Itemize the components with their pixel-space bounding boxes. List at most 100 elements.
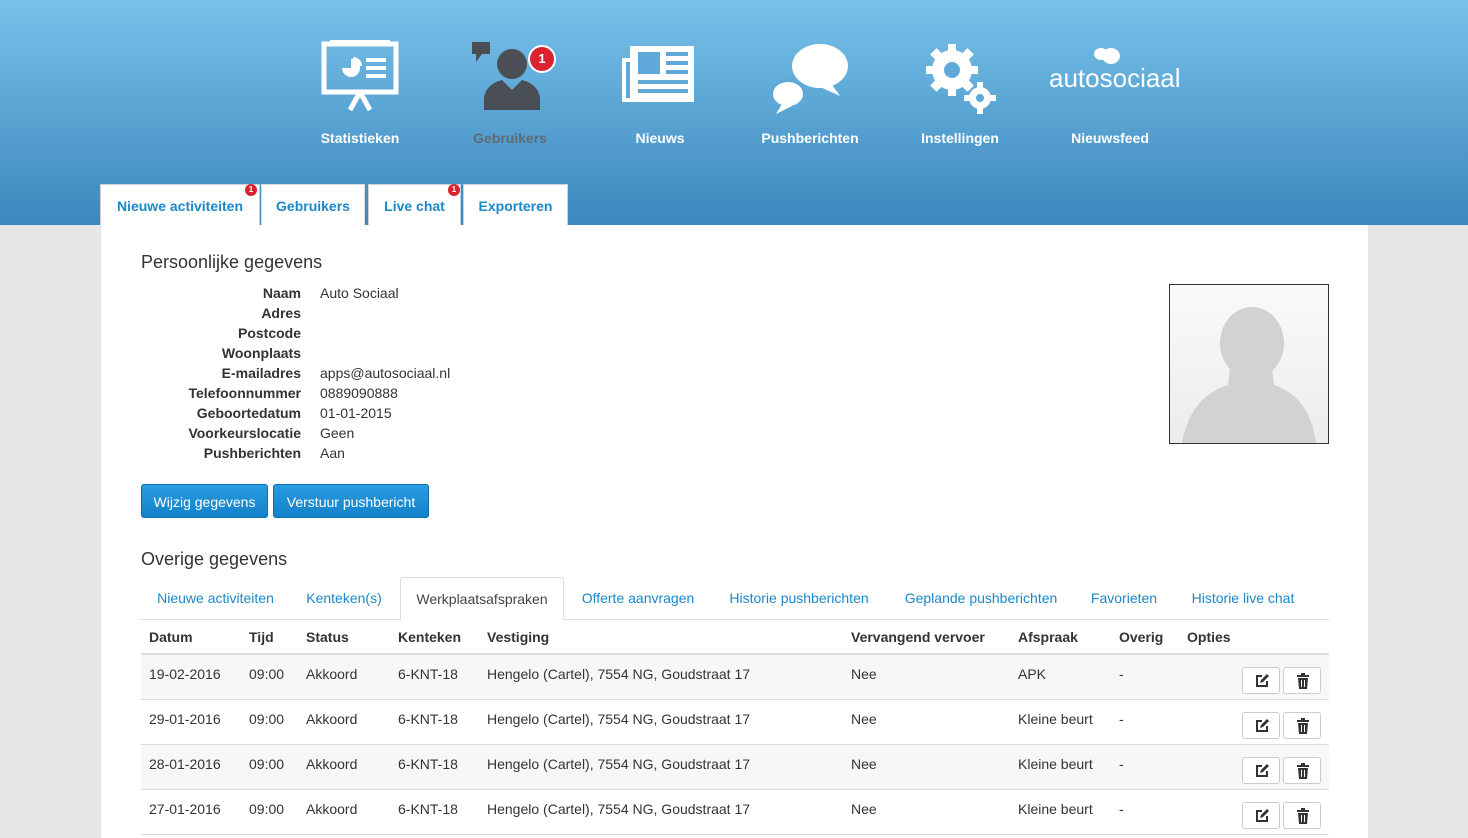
info-row-voorkeurslocatie: Voorkeurslocatie Geen bbox=[141, 425, 741, 445]
info-row-postcode: Postcode bbox=[141, 325, 741, 345]
cell-tijd: 09:00 bbox=[249, 711, 285, 727]
column-header: Vestiging bbox=[487, 629, 550, 645]
notification-badge: 1 bbox=[245, 184, 257, 196]
edit-button[interactable] bbox=[1242, 757, 1280, 784]
cell-afspraak: Kleine beurt bbox=[1018, 801, 1093, 817]
section-title-other: Overige gegevens bbox=[141, 549, 288, 569]
column-header: Overig bbox=[1119, 629, 1164, 645]
send-push-button[interactable]: Verstuur pushbericht bbox=[273, 484, 429, 518]
delete-button[interactable] bbox=[1283, 802, 1321, 829]
user-silhouette-icon bbox=[1182, 307, 1316, 443]
subtab-nieuwe-activiteiten[interactable]: Nieuwe activiteiten bbox=[141, 577, 290, 619]
edit-button[interactable] bbox=[1242, 667, 1280, 694]
cell-vestiging: Hengelo (Cartel), 7554 NG, Goudstraat 17 bbox=[487, 756, 751, 772]
cell-vervangend-vervoer: Nee bbox=[851, 666, 877, 682]
table-row: 19-02-2016 09:00 Akkoord 6-KNT-18 Hengel… bbox=[141, 655, 1329, 700]
nav-label: Statistieken bbox=[320, 130, 400, 146]
edit-button[interactable] bbox=[1242, 802, 1280, 829]
column-header: Vervangend vervoer bbox=[851, 629, 985, 645]
trash-icon bbox=[1297, 673, 1309, 689]
cell-overig: - bbox=[1119, 801, 1124, 817]
nav-pushberichten[interactable]: Pushberichten bbox=[745, 30, 875, 160]
delete-button[interactable] bbox=[1283, 712, 1321, 739]
column-header: Status bbox=[306, 629, 349, 645]
subtab-offerte-aanvragen[interactable]: Offerte aanvragen bbox=[571, 577, 705, 619]
svg-text:autosociaal: autosociaal bbox=[1049, 63, 1181, 93]
gears-icon bbox=[895, 40, 1025, 120]
table-row: 28-01-2016 09:00 Akkoord 6-KNT-18 Hengel… bbox=[141, 745, 1329, 790]
info-label: Adres bbox=[261, 305, 301, 321]
avatar bbox=[1169, 284, 1329, 444]
edit-details-button[interactable]: Wijzig gegevens bbox=[141, 484, 268, 518]
column-header: Afspraak bbox=[1018, 629, 1078, 645]
cell-kenteken: 6-KNT-18 bbox=[398, 801, 458, 817]
cell-tijd: 09:00 bbox=[249, 666, 285, 682]
nav-label: Instellingen bbox=[921, 130, 999, 146]
tab-nieuwe-activiteiten[interactable]: Nieuwe activiteiten 1 bbox=[100, 184, 260, 225]
column-header: Opties bbox=[1187, 629, 1231, 645]
cell-afspraak: Kleine beurt bbox=[1018, 711, 1093, 727]
cell-overig: - bbox=[1119, 756, 1124, 772]
info-value: Aan bbox=[320, 445, 345, 461]
subtab-favorieten[interactable]: Favorieten bbox=[1078, 577, 1170, 619]
nav-statistieken[interactable]: Statistieken bbox=[295, 30, 425, 160]
info-value: 0889090888 bbox=[320, 385, 398, 401]
delete-button[interactable] bbox=[1283, 757, 1321, 784]
notification-badge: 1 bbox=[448, 184, 460, 196]
table-row: 27-01-2016 09:00 Akkoord 6-KNT-18 Hengel… bbox=[141, 790, 1329, 835]
autosociaal-logo: autosociaal bbox=[1045, 40, 1181, 120]
info-row-woonplaats: Woonplaats bbox=[141, 345, 741, 365]
notification-badge: 1 bbox=[528, 45, 556, 73]
subtab-geplande-pushberichten[interactable]: Geplande pushberichten bbox=[892, 577, 1070, 619]
cell-tijd: 09:00 bbox=[249, 801, 285, 817]
edit-icon bbox=[1256, 719, 1269, 732]
edit-icon bbox=[1256, 809, 1269, 822]
tab-live-chat[interactable]: Live chat 1 bbox=[368, 184, 461, 225]
tab-exporteren[interactable]: Exporteren bbox=[463, 184, 568, 225]
tab-label: Exporteren bbox=[478, 198, 553, 214]
cell-datum: 19-02-2016 bbox=[149, 666, 221, 682]
info-label: Geboortedatum bbox=[196, 405, 301, 421]
column-header: Kenteken bbox=[398, 629, 462, 645]
subtab-kentekens[interactable]: Kenteken(s) bbox=[296, 577, 392, 619]
cell-status: Akkoord bbox=[306, 711, 358, 727]
table-header: Datum Tijd Status Kenteken Vestiging Ver… bbox=[141, 619, 1329, 655]
subtab-werkplaatsafspraken[interactable]: Werkplaatsafspraken bbox=[400, 577, 564, 620]
cell-datum: 29-01-2016 bbox=[149, 711, 221, 727]
info-label: Telefoonnummer bbox=[188, 385, 301, 401]
delete-button[interactable] bbox=[1283, 667, 1321, 694]
nav-nieuwsfeed[interactable]: autosociaal Nieuwsfeed bbox=[1045, 30, 1181, 160]
cell-kenteken: 6-KNT-18 bbox=[398, 666, 458, 682]
nav-nieuws[interactable]: Nieuws bbox=[595, 30, 725, 160]
subtab-historie-pushberichten[interactable]: Historie pushberichten bbox=[714, 577, 884, 619]
cell-vervangend-vervoer: Nee bbox=[851, 801, 877, 817]
info-label: Naam bbox=[262, 285, 301, 301]
info-value: Auto Sociaal bbox=[320, 285, 399, 301]
edit-button[interactable] bbox=[1242, 712, 1280, 739]
main-content: Persoonlijke gegevens Naam Auto Sociaal … bbox=[101, 225, 1368, 838]
cell-kenteken: 6-KNT-18 bbox=[398, 756, 458, 772]
cell-vervangend-vervoer: Nee bbox=[851, 756, 877, 772]
nav-instellingen[interactable]: Instellingen bbox=[895, 30, 1025, 160]
subtab-historie-live-chat[interactable]: Historie live chat bbox=[1178, 577, 1308, 619]
cell-afspraak: Kleine beurt bbox=[1018, 756, 1093, 772]
nav-gebruikers[interactable]: 1 Gebruikers bbox=[445, 30, 575, 160]
trash-icon bbox=[1297, 808, 1309, 824]
tab-gebruikers[interactable]: Gebruikers bbox=[261, 184, 365, 225]
cell-tijd: 09:00 bbox=[249, 756, 285, 772]
nav-label: Pushberichten bbox=[761, 130, 859, 146]
presentation-icon bbox=[295, 40, 425, 120]
info-value: apps@autosociaal.nl bbox=[320, 365, 451, 381]
edit-icon bbox=[1256, 764, 1269, 777]
cell-datum: 27-01-2016 bbox=[149, 801, 221, 817]
nav-label: Nieuws bbox=[635, 130, 685, 146]
cell-vervangend-vervoer: Nee bbox=[851, 711, 877, 727]
tab-label: Gebruikers bbox=[276, 198, 350, 214]
column-header: Datum bbox=[149, 629, 193, 645]
info-label: E-mailadres bbox=[221, 365, 301, 381]
cell-overig: - bbox=[1119, 711, 1124, 727]
cell-datum: 28-01-2016 bbox=[149, 756, 221, 772]
info-value: 01-01-2015 bbox=[320, 405, 392, 421]
cell-overig: - bbox=[1119, 666, 1124, 682]
sub-tabs: Nieuwe activiteiten Kenteken(s) Werkplaa… bbox=[141, 577, 1329, 620]
